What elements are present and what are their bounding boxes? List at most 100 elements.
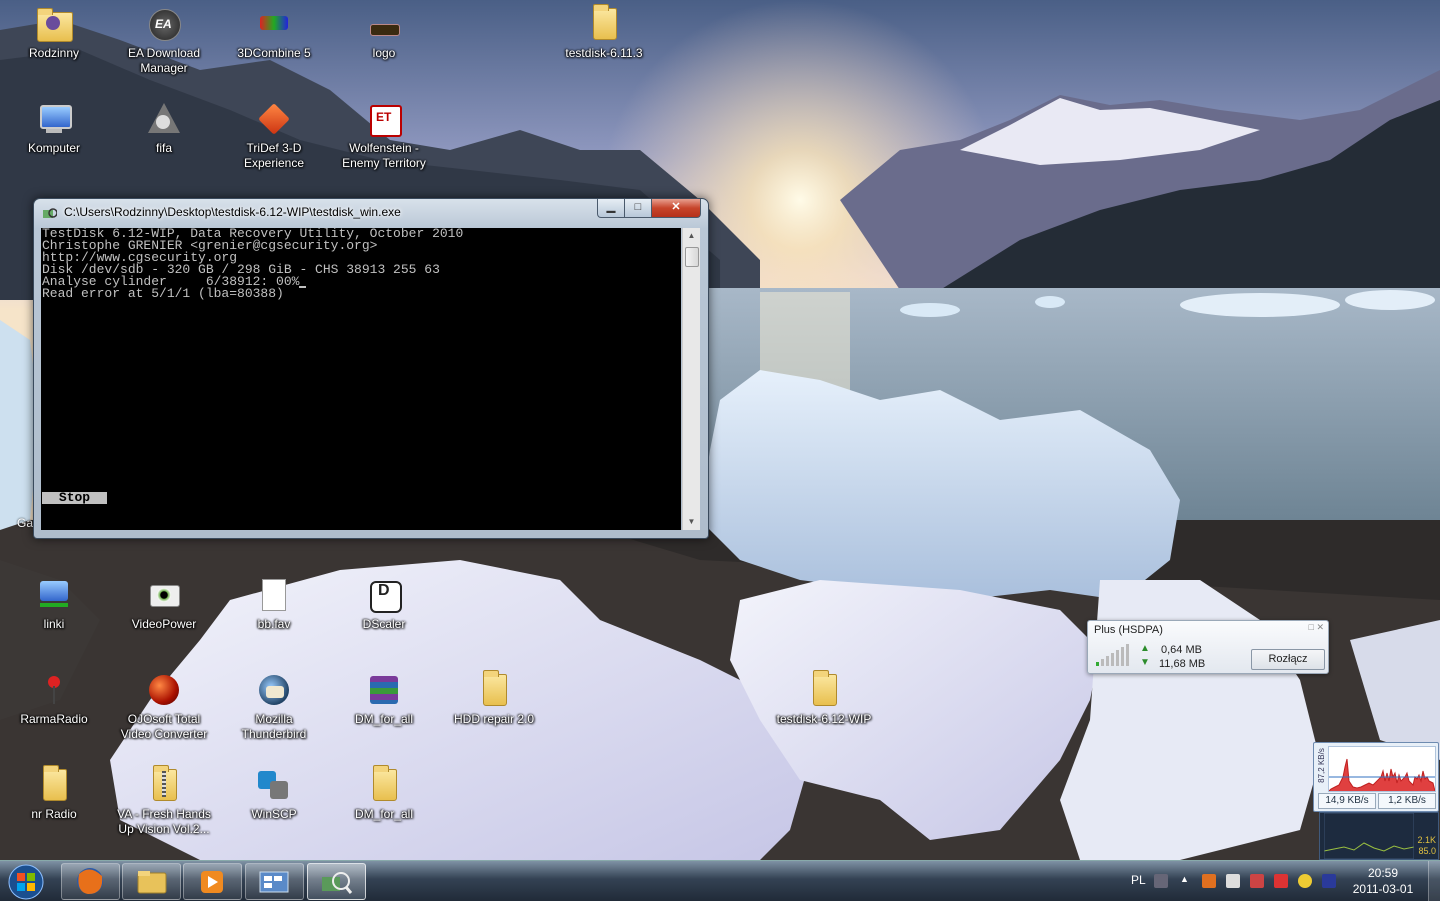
zip-folder-icon [146, 765, 182, 803]
system-meter-gadget: 2.1K 85.0 [1319, 812, 1439, 860]
desktop-icon-ea-download-manager[interactable]: EA EA Download Manager [112, 6, 216, 76]
keyboard-icon[interactable] [1154, 874, 1168, 888]
thunderbird-icon [256, 672, 292, 708]
stop-button[interactable]: Stop [42, 491, 107, 504]
desktop-icon-ojosoft[interactable]: OJOsoft Total Video Converter [112, 672, 216, 742]
show-desktop-button[interactable] [1428, 861, 1440, 901]
clock-date: 2011-03-01 [1352, 882, 1414, 896]
close-button[interactable]: ✕ [651, 199, 701, 218]
ea-icon: EA [155, 17, 172, 31]
icon-label: VA - Fresh Hands Up Vision Vol.2... [117, 807, 211, 836]
widget-window-controls[interactable]: □ ✕ [1309, 622, 1324, 633]
3dcombine-icon [256, 6, 292, 42]
system-tray: PL ▲ 20:59 2011-03-01 [1120, 861, 1440, 901]
desktop-icon-linki[interactable]: linki [2, 577, 106, 632]
desktop-icon-dm-for-all-rar[interactable]: DM_for_all [332, 672, 436, 727]
winscp-icon [256, 767, 292, 803]
folder-icon [476, 670, 512, 708]
taskbar-control-panel-button[interactable] [245, 863, 304, 900]
desktop-icon-winscp[interactable]: WinSCP [222, 767, 326, 822]
desktop-icon-testdisk-6113[interactable]: testdisk-6.11.3 [552, 4, 656, 61]
icon-label: VideoPower [131, 617, 197, 631]
sent-amount: 0,64 MB [1161, 644, 1202, 656]
text-cursor [299, 276, 307, 288]
scroll-down-icon[interactable]: ▼ [683, 514, 700, 530]
desktop-icon-nr-radio[interactable]: nr Radio [2, 765, 106, 822]
scroll-thumb[interactable] [685, 247, 699, 267]
disconnect-button[interactable]: Rozłącz [1251, 649, 1325, 670]
upload-speed: 1,2 KB/s [1378, 793, 1436, 809]
folder-icon [806, 670, 842, 708]
icon-label: RarmaRadio [20, 712, 88, 726]
icon-label: Wolfenstein - Enemy Territory [342, 141, 426, 170]
desktop-icon-dscaler[interactable]: D DScaler [332, 577, 436, 632]
logo-icon [366, 6, 402, 42]
desktop-icon-fifa[interactable]: fifa [112, 101, 216, 156]
desktop-icon-rodzinny[interactable]: Rodzinny [2, 6, 106, 61]
icon-label: testdisk-6.11.3 [565, 46, 643, 60]
desktop-icon-3dcombine[interactable]: 3DCombine 5 [222, 6, 326, 61]
clock[interactable]: 20:59 2011-03-01 [1350, 865, 1416, 897]
tridef-icon [256, 101, 292, 137]
testdisk-icon [322, 872, 353, 894]
desktop-icon-tridef[interactable]: TriDef 3-D Experience [222, 101, 326, 171]
desktop-icon-hdd-repair[interactable]: HDD repair 2.0 [442, 670, 546, 727]
icon-label: Rodzinny [28, 46, 80, 60]
icon-label: DM_for_all [354, 712, 414, 726]
icon-label: 3DCombine 5 [237, 46, 311, 60]
winrar-icon [366, 672, 402, 708]
app-tray-icon[interactable] [1202, 874, 1216, 888]
taskbar-media-player-button[interactable] [183, 863, 242, 900]
desktop-icon-dm-for-all[interactable]: DM_for_all [332, 765, 436, 822]
icon-label: TriDef 3-D Experience [243, 141, 305, 170]
minimize-button[interactable]: ▁ [597, 199, 625, 218]
download-speed: 14,9 KB/s [1318, 793, 1376, 809]
network-status-icon[interactable] [1274, 874, 1288, 888]
icon-label: DScaler [362, 617, 406, 631]
mobile-connection-widget: Plus (HSDPA) □ ✕ ▲ ▼ 0,64 MB 11,68 MB Ro… [1087, 620, 1329, 674]
tray-security-icon[interactable] [1322, 874, 1336, 888]
icon-label: HDD repair 2.0 [453, 712, 535, 726]
control-panel-icon [259, 871, 289, 893]
icon-label: OJOsoft Total Video Converter [120, 712, 208, 741]
desktop-icon-videopower[interactable]: VideoPower [112, 577, 216, 632]
vertical-scrollbar[interactable]: ▲ ▼ [682, 228, 700, 530]
tray-app-icon[interactable] [1298, 874, 1312, 888]
taskbar-firefox-button[interactable] [61, 863, 120, 900]
volume-icon[interactable] [1250, 874, 1264, 888]
console-output[interactable]: TestDisk 6.12-WIP, Data Recovery Utility… [41, 228, 681, 530]
taskbar-explorer-button[interactable] [122, 863, 181, 900]
console-line: Read error at 5/1/1 (lba=80388) [42, 286, 284, 301]
partial-icon-label[interactable]: Ga [17, 516, 33, 530]
maximize-button[interactable]: □ [624, 199, 652, 218]
desktop-icon-bbfav[interactable]: bb.fav [222, 577, 326, 632]
show-hidden-icons-icon[interactable]: ▲ [1180, 874, 1194, 888]
desktop-icon-rarmaradio[interactable]: RarmaRadio [2, 672, 106, 727]
connection-name: Plus (HSDPA) [1094, 624, 1163, 636]
desktop-icon-logo[interactable]: logo [332, 6, 436, 61]
icon-label: bb.fav [257, 617, 291, 631]
video-converter-icon [146, 672, 182, 708]
desktop-icon-wolfenstein[interactable]: ET Wolfenstein - Enemy Territory [332, 101, 436, 171]
action-center-icon[interactable] [1226, 874, 1240, 888]
network-folder-icon [36, 577, 72, 613]
desktop-icon-testdisk-612-wip[interactable]: testdisk-6.12-WIP [772, 670, 876, 727]
icon-label: EA Download Manager [127, 46, 201, 75]
desktop: Rodzinny EA EA Download Manager 3DCombin… [0, 0, 1440, 860]
start-button[interactable] [4, 862, 48, 900]
speed-axis-label: 87,2 KB/s [1316, 748, 1326, 783]
folder-icon [366, 765, 402, 803]
testdisk-console-window[interactable]: C:\Users\Rodzinny\Desktop\testdisk-6.12-… [33, 198, 709, 539]
desktop-icon-thunderbird[interactable]: Mozilla Thunderbird [222, 672, 326, 742]
language-indicator[interactable]: PL [1131, 873, 1146, 887]
clock-time: 20:59 [1367, 866, 1399, 880]
desktop-icon-komputer[interactable]: Komputer [2, 101, 106, 156]
eye-icon [146, 577, 182, 613]
received-amount: 11,68 MB [1159, 658, 1206, 670]
icon-label: nr Radio [31, 807, 77, 821]
radio-icon [36, 672, 72, 708]
desktop-icon-va-fresh-hands[interactable]: VA - Fresh Hands Up Vision Vol.2... [112, 765, 216, 837]
scroll-up-icon[interactable]: ▲ [683, 228, 700, 244]
firefox-icon [77, 868, 103, 894]
taskbar-testdisk-button[interactable] [307, 863, 366, 900]
